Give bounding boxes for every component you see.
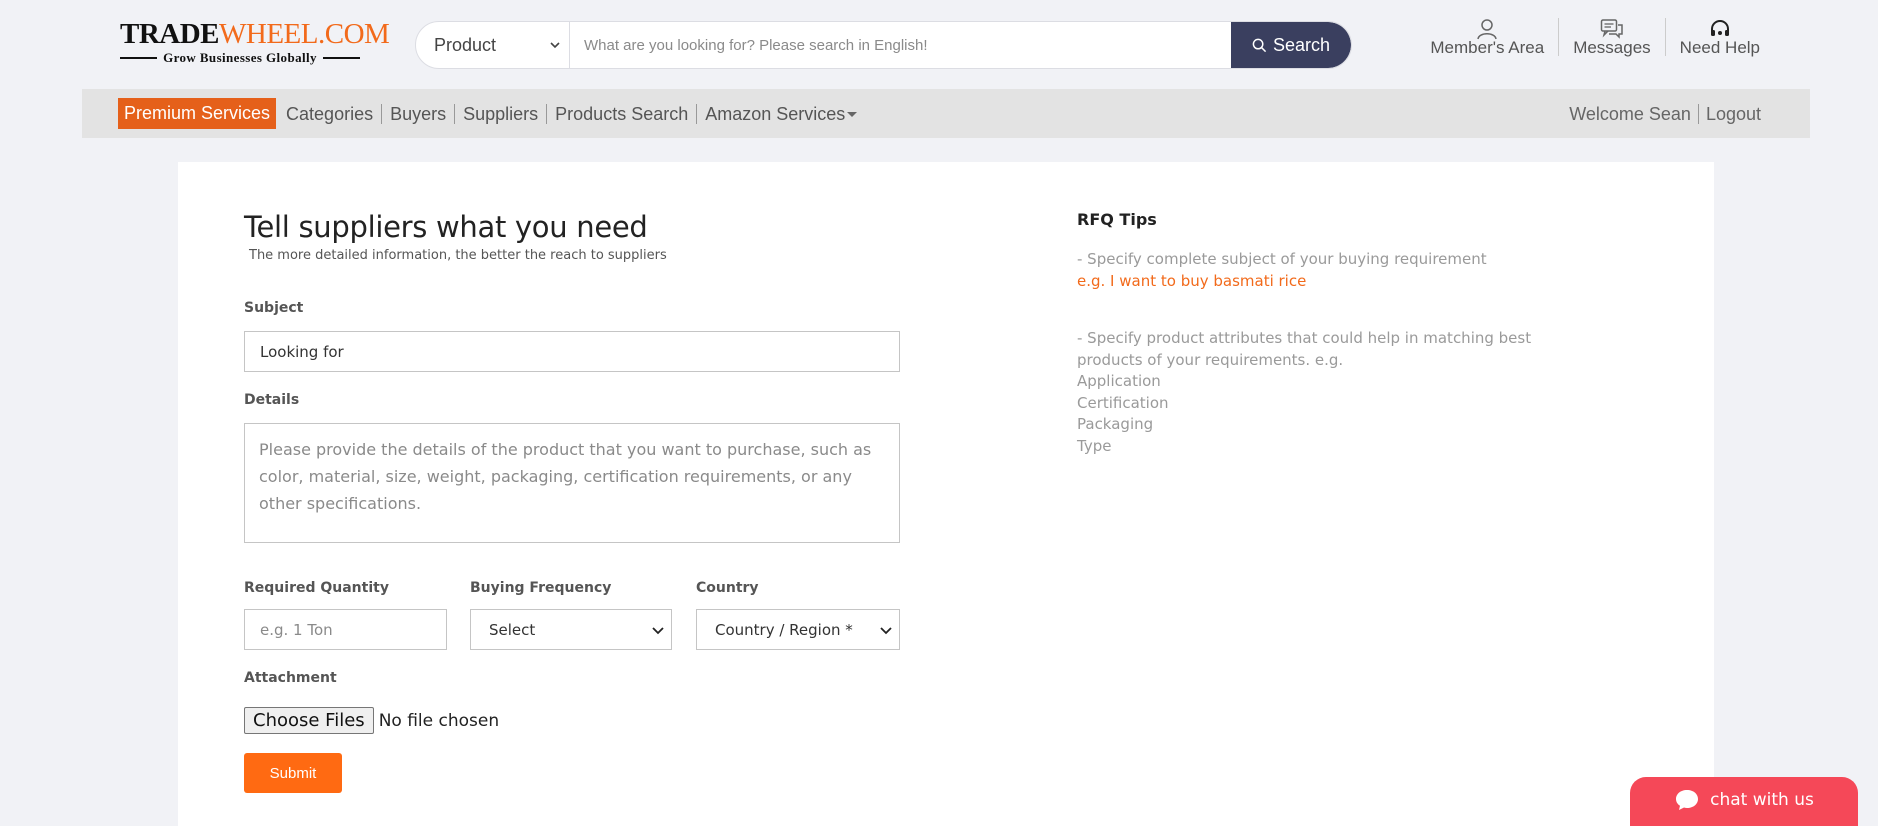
country-value: Country / Region * [715,620,853,639]
logout-link[interactable]: Logout [1697,103,1768,124]
search-input[interactable] [570,22,1231,68]
header: TRADEWHEEL.COM Grow Businesses Globally … [0,0,1878,88]
frequency-label: Buying Frequency [470,580,612,596]
search-bar: Product Search [415,21,1352,69]
chat-bubbles-icon [1600,19,1623,39]
tip-subject: - Specify complete subject of your buyin… [1077,250,1487,268]
file-status: No file chosen [378,710,500,731]
tip-attributes: - Specify product attributes that could … [1077,329,1532,369]
main-nav: Premium Services Categories Buyers Suppl… [82,89,1810,138]
nav-left: Premium Services Categories Buyers Suppl… [118,98,865,129]
premium-services-link[interactable]: Premium Services [118,98,277,129]
attachment-label: Attachment [244,670,337,686]
divider [120,57,158,59]
chevron-down-icon [550,42,560,49]
attachment-file-input: Choose Files No file chosen [244,707,499,734]
chevron-down-icon [652,627,664,635]
chat-bubble-icon [1676,790,1699,810]
nav-right: Welcome Sean Logout [1562,103,1768,124]
rfq-card: Tell suppliers what you need The more de… [178,162,1714,826]
tip-attribute-item: Type [1077,436,1112,455]
page-title: Tell suppliers what you need [244,210,648,244]
logo-wordmark: TRADEWHEEL.COM [120,18,390,50]
search-button[interactable]: Search [1231,22,1351,68]
logo-tagline: Grow Businesses Globally [120,50,360,66]
members-area-label: Member's Area [1430,38,1545,57]
nav-products-search[interactable]: Products Search [546,103,696,124]
subject-value: Looking for [260,342,344,361]
search-button-label: Search [1272,34,1331,55]
tip-attribute-item: Certification [1077,393,1169,412]
welcome-user[interactable]: Welcome Sean [1562,104,1698,124]
search-category-select[interactable]: Product [416,22,570,68]
page-subtitle: The more detailed information, the bette… [249,248,667,263]
search-icon [1252,38,1267,52]
rfq-tips: RFQ Tips - Specify complete subject of y… [1077,210,1597,457]
quantity-label: Required Quantity [244,580,389,596]
nav-amazon-services-label: Amazon Services [705,103,846,124]
need-help-label: Need Help [1679,38,1760,57]
logo-wheel: WHEEL.COM [219,18,390,50]
nav-amazon-services[interactable]: Amazon Services [696,103,865,124]
country-label: Country [696,580,759,596]
quantity-input[interactable] [244,609,447,650]
tip-subject-example: e.g. I want to buy basmati rice [1077,271,1307,290]
logo-trade: TRADE [120,18,220,50]
headset-icon [1710,20,1729,36]
chevron-down-icon [880,627,892,635]
subject-label: Subject [244,300,304,316]
details-textarea[interactable] [244,423,900,543]
chat-widget-button[interactable]: chat with us [1630,777,1858,826]
nav-buyers[interactable]: Buyers [381,103,454,124]
nav-suppliers[interactable]: Suppliers [454,103,546,124]
members-area-link[interactable]: Member's Area [1416,18,1558,57]
frequency-select[interactable]: Select [470,609,672,650]
nav-categories[interactable]: Categories [280,104,381,124]
rfq-tips-title: RFQ Tips [1077,210,1157,229]
frequency-value: Select [489,620,536,639]
caret-down-icon [847,112,858,118]
logo-tagline-text: Grow Businesses Globally [163,50,317,65]
tip-attribute-item: Application [1077,372,1161,390]
messages-label: Messages [1573,38,1651,57]
search-category-value: Product [434,34,497,55]
country-select[interactable]: Country / Region * [696,609,900,650]
tip-attribute-item: Packaging [1077,415,1154,433]
submit-button[interactable]: Submit [244,753,342,793]
chat-label: chat with us [1710,790,1814,810]
divider [322,57,360,59]
subject-input[interactable]: Looking for [244,331,900,372]
user-icon [1477,19,1498,40]
need-help-link[interactable]: Need Help [1664,18,1774,57]
choose-files-button[interactable]: Choose Files [244,707,374,734]
tradewheel-logo[interactable]: TRADEWHEEL.COM Grow Businesses Globally [120,18,390,66]
details-label: Details [244,392,300,408]
messages-link[interactable]: Messages [1558,18,1664,57]
top-links: Member's Area Messages Need Help [1416,18,1774,57]
